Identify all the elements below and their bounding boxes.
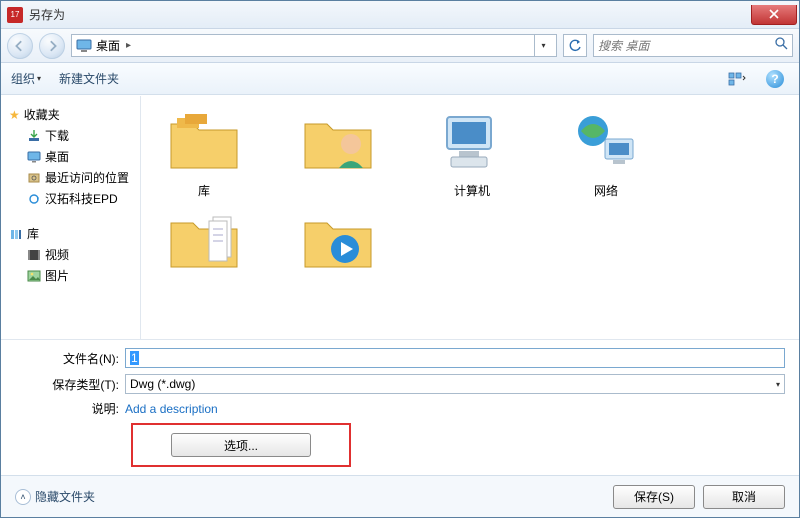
list-item[interactable] [283, 205, 393, 281]
sidebar-libraries-label: 库 [27, 225, 39, 242]
picture-icon [27, 270, 41, 282]
desktop-icon [76, 39, 92, 53]
search-icon [774, 36, 788, 55]
filename-input[interactable]: 1 [125, 348, 785, 368]
help-button[interactable]: ? [761, 68, 789, 90]
breadcrumb-dropdown[interactable]: ▾ [534, 34, 552, 57]
file-list[interactable]: 库 计算机 网络 [141, 96, 799, 339]
sidebar-favorites-header[interactable]: ★ 收藏夹 [5, 104, 136, 125]
breadcrumb-location: 桌面 [96, 37, 120, 54]
desktop-icon [27, 151, 41, 163]
nav-bar: 桌面 ▸ ▾ [1, 29, 799, 63]
list-item[interactable]: 网络 [551, 106, 661, 199]
video-icon [27, 249, 41, 261]
user-folder-icon [298, 106, 378, 178]
back-arrow-icon [14, 40, 26, 52]
folder-docs-icon [164, 205, 244, 277]
organize-label: 组织 [11, 70, 35, 87]
download-icon [27, 129, 41, 143]
back-button[interactable] [7, 33, 33, 59]
sidebar-item-label: 视频 [45, 246, 69, 263]
new-folder-label: 新建文件夹 [59, 70, 119, 87]
savetype-label: 保存类型(T): [15, 376, 125, 393]
breadcrumb[interactable]: 桌面 ▸ ▾ [71, 34, 557, 57]
form-area: 文件名(N): 1 保存类型(T): Dwg (*.dwg) ▾ 说明: Add… [1, 339, 799, 475]
titlebar: 17 另存为 [1, 1, 799, 29]
options-button[interactable]: 选项... [171, 433, 311, 457]
search-box[interactable] [593, 34, 793, 57]
list-item[interactable] [283, 106, 393, 199]
library-icon [9, 227, 23, 241]
sidebar-item-desktop[interactable]: 桌面 [5, 146, 136, 167]
chevron-down-icon: ▾ [37, 74, 41, 83]
description-label: 说明: [15, 400, 125, 417]
item-label: 网络 [594, 182, 618, 199]
sidebar-item-label: 桌面 [45, 148, 69, 165]
chevron-down-icon: ▾ [541, 41, 545, 50]
close-button[interactable] [751, 5, 797, 25]
chevron-up-icon: ˄ [15, 489, 31, 505]
sidebar-favorites-label: 收藏夹 [24, 106, 60, 123]
list-item[interactable]: 计算机 [417, 106, 527, 199]
description-link[interactable]: Add a description [125, 402, 218, 416]
cancel-button[interactable]: 取消 [703, 485, 785, 509]
libraries-folder-icon [164, 106, 244, 178]
breadcrumb-arrow-icon: ▸ [124, 40, 133, 51]
help-icon: ? [766, 70, 784, 88]
view-icon [728, 72, 746, 86]
sidebar-item-epd[interactable]: 汉拓科技EPD [5, 188, 136, 209]
sidebar-item-videos[interactable]: 视频 [5, 244, 136, 265]
computer-icon [432, 106, 512, 178]
sidebar-item-pictures[interactable]: 图片 [5, 265, 136, 286]
star-icon: ★ [9, 108, 20, 122]
forward-button[interactable] [39, 33, 65, 59]
recent-icon [27, 171, 41, 185]
close-icon [769, 9, 779, 19]
window-title: 另存为 [29, 6, 65, 23]
sidebar-item-downloads[interactable]: 下载 [5, 125, 136, 146]
item-label: 库 [198, 182, 210, 199]
app-icon: 17 [7, 7, 23, 23]
options-highlight-box: 选项... [131, 423, 351, 467]
hide-folders-label: 隐藏文件夹 [35, 488, 95, 505]
folder-media-icon [298, 205, 378, 277]
new-folder-button[interactable]: 新建文件夹 [59, 70, 119, 87]
sidebar: ★ 收藏夹 下载 桌面 最近访问的位置 汉拓科技EPD [1, 96, 141, 339]
view-mode-button[interactable] [723, 68, 751, 90]
sidebar-item-label: 图片 [45, 267, 69, 284]
sidebar-item-recent[interactable]: 最近访问的位置 [5, 167, 136, 188]
footer: ˄ 隐藏文件夹 保存(S) 取消 [1, 475, 799, 517]
network-icon [566, 106, 646, 178]
organize-menu[interactable]: 组织 ▾ [11, 70, 41, 87]
sidebar-item-label: 汉拓科技EPD [45, 190, 118, 207]
search-input[interactable] [598, 39, 774, 53]
saveas-dialog: 17 另存为 桌面 ▸ ▾ [0, 0, 800, 518]
refresh-icon [568, 39, 582, 53]
filename-value: 1 [130, 351, 139, 365]
sync-icon [27, 192, 41, 206]
list-item[interactable]: 库 [149, 106, 259, 199]
savetype-value: Dwg (*.dwg) [130, 377, 776, 391]
forward-arrow-icon [46, 40, 58, 52]
sidebar-item-label: 最近访问的位置 [45, 169, 129, 186]
save-button[interactable]: 保存(S) [613, 485, 695, 509]
toolbar: 组织 ▾ 新建文件夹 ? [1, 63, 799, 95]
filename-label: 文件名(N): [15, 350, 125, 367]
sidebar-item-label: 下载 [45, 127, 69, 144]
refresh-button[interactable] [563, 34, 587, 57]
savetype-select[interactable]: Dwg (*.dwg) ▾ [125, 374, 785, 394]
list-item[interactable] [149, 205, 259, 281]
item-label: 计算机 [454, 182, 490, 199]
chevron-down-icon: ▾ [776, 380, 780, 389]
sidebar-libraries-header[interactable]: 库 [5, 223, 136, 244]
hide-folders-toggle[interactable]: ˄ 隐藏文件夹 [15, 488, 95, 505]
